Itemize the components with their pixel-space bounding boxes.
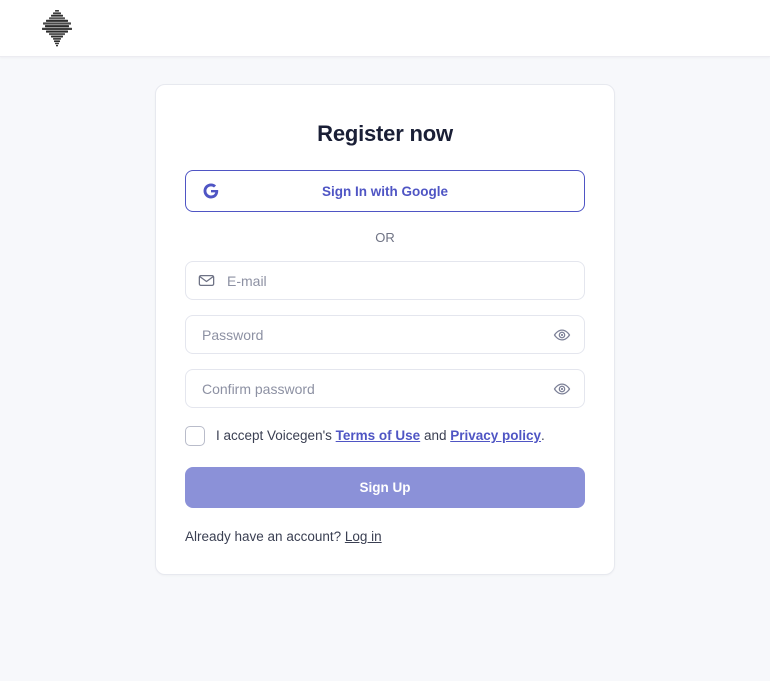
register-card: Register now Sign In with Google OR E-ma… bbox=[155, 84, 615, 575]
accept-terms-checkbox[interactable] bbox=[185, 426, 205, 446]
accept-terms-conjunction: and bbox=[420, 428, 451, 443]
toggle-password-visibility-eye-icon[interactable] bbox=[553, 326, 571, 344]
email-field-wrapper[interactable] bbox=[185, 261, 585, 300]
login-prompt: Already have an account? Log in bbox=[185, 529, 585, 544]
log-in-link[interactable]: Log in bbox=[345, 529, 382, 544]
confirm-password-input[interactable] bbox=[186, 370, 553, 407]
confirm-password-field-wrapper[interactable] bbox=[185, 369, 585, 408]
divider-or-label: OR bbox=[375, 230, 395, 245]
login-prompt-text: Already have an account? bbox=[185, 529, 345, 544]
accept-terms-row: I accept Voicegen's Terms of Use and Pri… bbox=[185, 426, 585, 446]
accept-terms-suffix: . bbox=[541, 428, 545, 443]
page-title: Register now bbox=[317, 121, 453, 146]
voicegen-waveform-logo[interactable] bbox=[42, 9, 72, 47]
terms-of-use-link[interactable]: Terms of Use bbox=[336, 428, 421, 443]
sign-up-button[interactable]: Sign Up bbox=[185, 467, 585, 508]
toggle-confirm-password-visibility-eye-icon[interactable] bbox=[553, 380, 571, 398]
accept-terms-text: I accept Voicegen's Terms of Use and Pri… bbox=[216, 427, 545, 445]
email-input[interactable] bbox=[215, 262, 584, 299]
accept-terms-prefix: I accept Voicegen's bbox=[216, 428, 336, 443]
sign-in-with-google-label: Sign In with Google bbox=[322, 183, 448, 199]
envelope-icon bbox=[198, 275, 215, 286]
page-body: Register now Sign In with Google OR E-ma… bbox=[0, 57, 770, 681]
privacy-policy-link[interactable]: Privacy policy bbox=[450, 428, 541, 443]
google-g-icon bbox=[203, 183, 219, 199]
password-input[interactable] bbox=[186, 316, 553, 353]
sign-in-with-google-button[interactable]: Sign In with Google bbox=[185, 170, 585, 212]
app-header bbox=[0, 0, 770, 57]
password-field-wrapper[interactable] bbox=[185, 315, 585, 354]
